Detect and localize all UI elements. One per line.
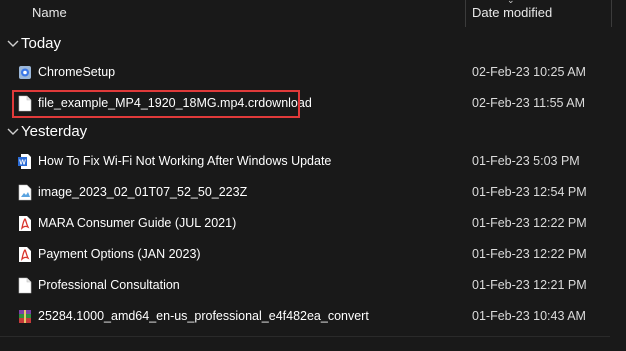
file-name: Payment Options (JAN 2023) xyxy=(38,247,201,261)
file-row[interactable]: Payment Options (JAN 2023) 01-Feb-23 12:… xyxy=(0,240,610,269)
file-date: 02-Feb-23 11:55 AM xyxy=(472,96,586,110)
file-row[interactable]: Professional Consultation 01-Feb-23 12:2… xyxy=(0,271,610,300)
blank-file-icon xyxy=(18,277,32,294)
file-name: ChromeSetup xyxy=(38,65,116,79)
file-name: 25284.1000_amd64_en-us_professional_e4f4… xyxy=(38,309,369,323)
file-row[interactable]: file_example_MP4_1920_18MG.mp4.crdownloa… xyxy=(0,89,610,118)
file-row[interactable]: 25284.1000_amd64_en-us_professional_e4f4… xyxy=(0,302,610,331)
column-header-bar: Name ⌄ Date modified xyxy=(0,0,626,27)
chrome-setup-icon xyxy=(19,66,31,79)
file-name: file_example_MP4_1920_18MG.mp4.crdownloa… xyxy=(38,96,312,110)
group-label: Today xyxy=(21,35,62,52)
column-divider[interactable] xyxy=(611,0,612,27)
file-date: 01-Feb-23 10:43 AM xyxy=(472,309,586,323)
svg-text:W: W xyxy=(19,160,26,167)
file-row[interactable]: image_2023_02_01T07_52_50_223Z 01-Feb-23… xyxy=(0,178,610,207)
file-date: 01-Feb-23 12:54 PM xyxy=(472,185,587,199)
group-label: Yesterday xyxy=(21,123,88,140)
image-file-icon xyxy=(18,184,32,201)
group-header-yesterday[interactable]: Yesterday xyxy=(0,120,610,146)
word-document-icon: W xyxy=(18,154,31,169)
file-date: 02-Feb-23 10:25 AM xyxy=(472,65,586,79)
file-row[interactable]: MARA Consumer Guide (JUL 2021) 01-Feb-23… xyxy=(0,209,610,238)
file-name: Professional Consultation xyxy=(38,278,180,292)
list-bottom-divider xyxy=(0,336,610,337)
file-name: MARA Consumer Guide (JUL 2021) xyxy=(38,216,237,230)
file-name: How To Fix Wi-Fi Not Working After Windo… xyxy=(38,154,332,168)
file-row[interactable]: W How To Fix Wi-Fi Not Working After Win… xyxy=(0,147,610,176)
chevron-down-icon[interactable] xyxy=(6,124,20,138)
group-header-today[interactable]: Today xyxy=(0,32,610,58)
chevron-down-icon[interactable] xyxy=(6,36,20,50)
winrar-archive-icon xyxy=(19,310,31,323)
file-date: 01-Feb-23 5:03 PM xyxy=(472,154,580,168)
pdf-icon xyxy=(19,216,31,231)
vertical-scrollbar[interactable] xyxy=(612,27,626,351)
column-divider[interactable] xyxy=(465,0,466,27)
column-header-name[interactable]: Name xyxy=(32,5,67,20)
pdf-icon xyxy=(19,247,31,262)
column-header-date-modified[interactable]: Date modified xyxy=(472,5,552,20)
file-name: image_2023_02_01T07_52_50_223Z xyxy=(38,185,248,199)
file-date: 01-Feb-23 12:22 PM xyxy=(472,247,587,261)
blank-file-icon xyxy=(18,95,32,112)
file-date: 01-Feb-23 12:21 PM xyxy=(472,278,587,292)
file-date: 01-Feb-23 12:22 PM xyxy=(472,216,587,230)
file-row[interactable]: ChromeSetup 02-Feb-23 10:25 AM xyxy=(0,58,610,87)
